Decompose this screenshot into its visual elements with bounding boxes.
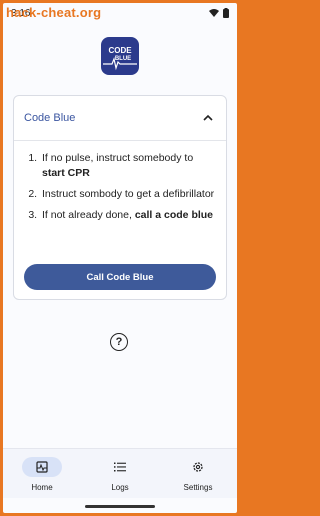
nav-item-home[interactable]: Home xyxy=(12,457,72,492)
logo-line1: CODE xyxy=(108,46,132,55)
bottom-navigation: Home Logs Settings xyxy=(3,448,237,498)
nav-label: Logs xyxy=(111,483,129,492)
help-icon[interactable]: ? xyxy=(110,333,128,351)
instruction-list: If no pulse, instruct somebody to start … xyxy=(14,151,226,223)
ecg-logo-icon: CODE BLUE xyxy=(103,46,137,71)
nav-item-logs[interactable]: Logs xyxy=(90,457,150,492)
wifi-icon xyxy=(209,9,219,17)
call-code-blue-button[interactable]: Call Code Blue xyxy=(24,264,216,290)
nav-item-settings[interactable]: Settings xyxy=(168,457,228,492)
heart-monitor-icon xyxy=(36,461,48,473)
code-blue-card: Code Blue If no pulse, instruct somebody… xyxy=(13,95,227,300)
gear-icon xyxy=(193,462,203,472)
status-bar: 3:16 xyxy=(3,3,237,23)
nav-label: Settings xyxy=(183,483,213,492)
code-blue-logo: CODE BLUE xyxy=(101,37,139,75)
instruction-step: Instruct sombody to get a defibrillator xyxy=(40,187,218,202)
status-time: 3:16 xyxy=(11,7,31,19)
card-title: Code Blue xyxy=(24,112,76,124)
home-indicator[interactable] xyxy=(85,505,155,508)
battery-icon xyxy=(223,8,229,18)
instruction-step: If not already done, call a code blue xyxy=(40,208,218,223)
logo-line2: BLUE xyxy=(115,56,131,62)
nav-label: Home xyxy=(31,483,53,492)
app-screen: 3:16 CODE BLUE Code Blue If no pulse, in… xyxy=(3,3,237,513)
list-icon xyxy=(114,462,126,472)
instruction-step: If no pulse, instruct somebody to start … xyxy=(40,151,218,181)
chevron-up-icon[interactable] xyxy=(202,114,214,122)
card-header[interactable]: Code Blue xyxy=(14,96,226,141)
